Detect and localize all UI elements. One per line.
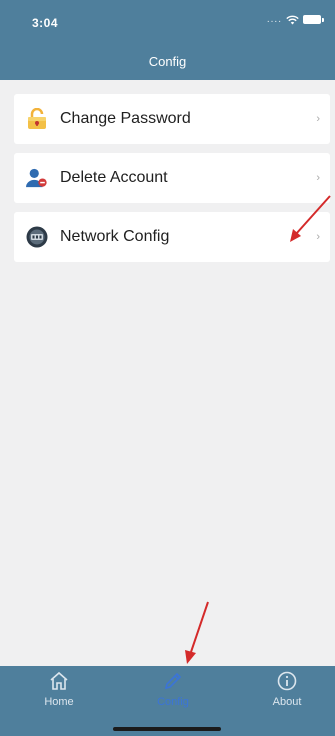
user-remove-icon <box>26 167 48 189</box>
change-password-item[interactable]: Change Password › <box>14 94 330 144</box>
config-tab-arrow <box>185 601 209 664</box>
tab-config-label: Config <box>157 696 189 708</box>
page-title: Config <box>148 54 187 69</box>
tab-home[interactable]: Home <box>24 670 94 714</box>
settings-menu: Change Password › Delete Account › Netwo… <box>14 94 330 271</box>
signal-icon: .... <box>266 14 282 25</box>
home-icon <box>50 671 68 690</box>
tab-bar: Home Config About <box>0 666 335 736</box>
network-icon <box>26 226 48 248</box>
status-indicators: .... <box>266 14 324 25</box>
header-bar: 3:04 .... Config <box>0 0 335 80</box>
tab-config[interactable]: Config <box>138 670 208 714</box>
tab-about-label: About <box>272 696 302 708</box>
info-icon <box>277 671 297 691</box>
pencil-icon <box>164 672 182 690</box>
tab-home-label: Home <box>44 696 74 708</box>
chevron-right-icon: › <box>316 231 320 243</box>
tab-about[interactable]: About <box>252 670 322 714</box>
config-screen: 3:04 .... Config Change Password › Delet… <box>0 0 335 736</box>
delete-account-item[interactable]: Delete Account › <box>14 153 330 203</box>
change-password-label: Change Password <box>60 110 191 127</box>
wifi-icon <box>286 15 299 24</box>
network-config-item[interactable]: Network Config › <box>14 212 330 262</box>
chevron-right-icon: › <box>316 172 320 184</box>
battery-icon <box>303 15 324 24</box>
status-time: 3:04 <box>32 16 59 30</box>
delete-account-label: Delete Account <box>60 169 168 186</box>
chevron-right-icon: › <box>316 113 320 125</box>
home-indicator[interactable] <box>113 727 221 731</box>
network-config-label: Network Config <box>60 228 170 245</box>
lock-icon <box>26 108 48 130</box>
